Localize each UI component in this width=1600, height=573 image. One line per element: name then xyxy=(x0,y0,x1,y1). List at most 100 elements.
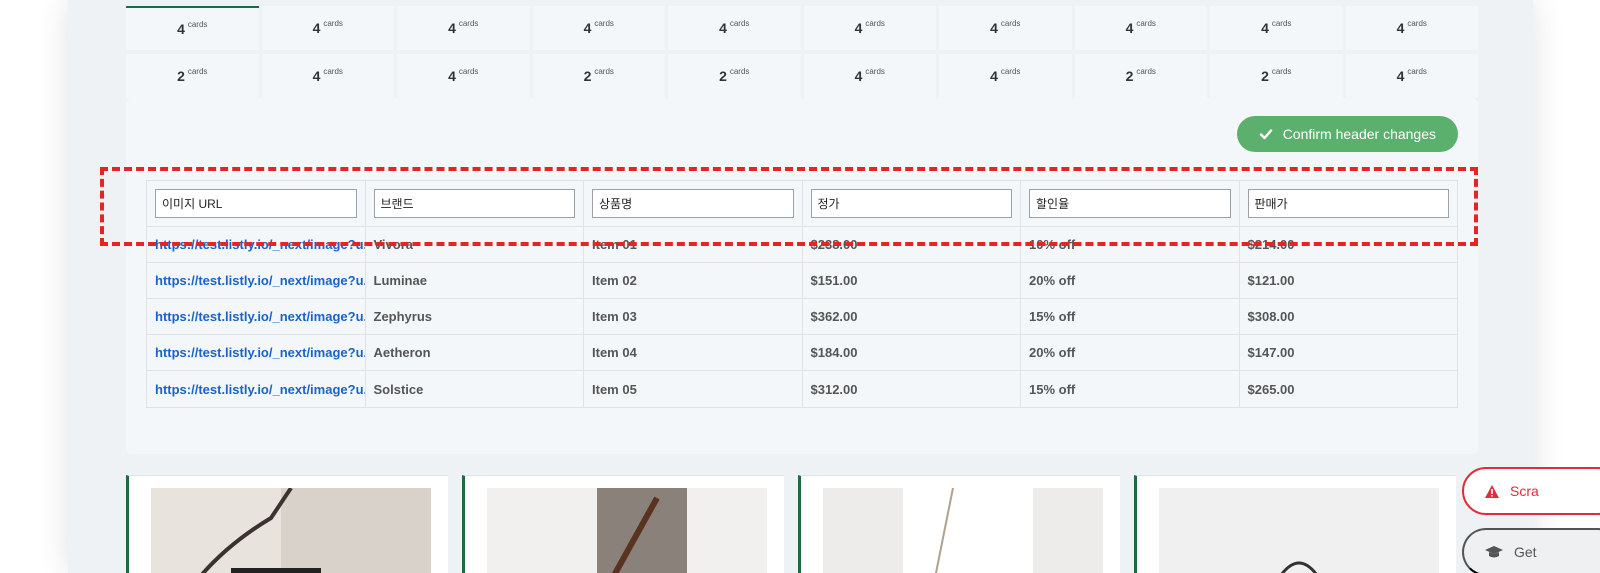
product-card[interactable] xyxy=(798,475,1120,573)
header-cell xyxy=(803,181,1021,226)
card-count-unit: cards xyxy=(1407,66,1427,76)
header-cell xyxy=(1240,181,1458,226)
card-count-value: 4 xyxy=(854,68,863,84)
card-count-unit: cards xyxy=(594,18,614,28)
scrape-button-label: Scra xyxy=(1510,483,1539,499)
card-count-unit: cards xyxy=(187,19,208,29)
card-count-cell[interactable]: 2 cards xyxy=(1210,54,1343,98)
table-cell: 15% off xyxy=(1021,299,1240,334)
table-cell: $214.00 xyxy=(1247,237,1295,252)
card-count-unit: cards xyxy=(1000,18,1021,28)
header-cell xyxy=(147,181,366,226)
card-count-value: 4 xyxy=(990,20,998,36)
card-count-value: 2 xyxy=(1261,68,1269,84)
header-name-input[interactable] xyxy=(592,189,794,218)
card-count-value: 2 xyxy=(583,68,592,84)
card-count-cell[interactable]: 4 cards xyxy=(1074,6,1207,50)
card-count-unit: cards xyxy=(1407,18,1427,28)
card-count-cell[interactable]: 4 cards xyxy=(397,6,530,50)
table-cell: Vivora xyxy=(366,227,584,262)
card-count-value: 4 xyxy=(177,21,185,37)
table-cell: $265.00 xyxy=(1247,381,1295,397)
card-count-cell[interactable]: 4 cards xyxy=(939,6,1072,50)
card-count-value: 4 xyxy=(854,20,863,36)
card-count-cell[interactable]: 4 cards xyxy=(1210,6,1343,50)
card-count-value: 4 xyxy=(1396,20,1405,36)
product-card[interactable] xyxy=(1134,475,1456,573)
table-cell: 10% off xyxy=(1021,227,1240,262)
header-name-input[interactable] xyxy=(373,189,575,218)
card-count-cell[interactable]: 4 cards xyxy=(803,6,936,50)
card-count-cell[interactable]: 2 cards xyxy=(1074,54,1207,98)
header-name-input[interactable] xyxy=(810,189,1012,218)
card-count-cell[interactable]: 4 cards xyxy=(261,6,394,50)
card-count-unit: cards xyxy=(729,66,750,76)
card-count-cell[interactable]: 4 cards xyxy=(1345,6,1478,50)
card-count-value: 2 xyxy=(1125,68,1134,84)
card-count-cell[interactable]: 4 cards xyxy=(803,54,936,98)
card-count-unit: cards xyxy=(458,66,479,76)
card-count-value: 4 xyxy=(1261,20,1269,36)
image-url-link[interactable]: https://test.listly.io/_next/image?u... xyxy=(147,371,366,407)
warning-icon xyxy=(1485,484,1499,498)
table-cell: Luminae xyxy=(366,263,584,298)
image-url-link[interactable]: https://test.listly.io/_next/image?u... xyxy=(147,263,366,298)
table-cell: Item 01 xyxy=(584,227,803,262)
card-count-cell[interactable]: 2 cards xyxy=(668,54,801,98)
table-cell: $312.00 xyxy=(803,371,1021,407)
image-url-link[interactable]: https://test.listly.io/_next/image?u... xyxy=(147,335,366,370)
confirm-header-changes-button[interactable]: Confirm header changes xyxy=(1236,116,1458,152)
table-cell: Item 02 xyxy=(584,263,803,298)
table-cell: 15% off xyxy=(1021,371,1240,407)
table-preview-panel: Confirm header changes https://test.list… xyxy=(126,98,1478,454)
card-count-value: 4 xyxy=(1125,20,1134,36)
table-row: https://test.listly.io/_next/image?u... A… xyxy=(147,335,1457,371)
header-name-input[interactable] xyxy=(1247,189,1449,218)
table-cell: 20% off xyxy=(1021,263,1240,298)
data-table: https://test.listly.io/_next/image?u...V… xyxy=(146,180,1458,408)
check-icon xyxy=(1259,129,1272,140)
card-count-cell[interactable]: 4 cards xyxy=(939,54,1072,98)
card-count-unit: cards xyxy=(323,66,343,76)
product-image xyxy=(487,488,767,573)
table-cell: 20% off xyxy=(1021,335,1240,370)
table-cell: Item 05 xyxy=(584,371,803,407)
image-url-link[interactable]: https://test.listly.io/_next/image?u... xyxy=(147,299,366,334)
table-body: https://test.listly.io/_next/image?u... V… xyxy=(147,227,1457,407)
table-cell: $151.00 xyxy=(803,263,1021,298)
card-count-value: 4 xyxy=(312,68,321,84)
page-container: 4 cards 4 cards 4 cards 4 cards 4 cards 4 cards 4 car… xyxy=(68,0,1533,573)
card-count-cell[interactable]: 2 cards xyxy=(532,54,665,98)
card-count-cell[interactable]: 4 cards xyxy=(532,6,665,50)
table-cell: Item 04 xyxy=(584,335,803,370)
table-cell: $147.00 xyxy=(1247,345,1295,360)
card-count-unit: cards xyxy=(1271,66,1292,76)
table-cell: $308.00 xyxy=(1247,309,1295,324)
scrape-button[interactable]: Scra xyxy=(1462,467,1600,515)
table-row: https://test.listly.io/_next/image?u... Z… xyxy=(147,299,1457,335)
image-url-link[interactable]: https://test.listly.io/_next/image?u... xyxy=(147,227,366,262)
card-count-cell[interactable]: 4 cards xyxy=(126,6,259,50)
card-count-value: 4 xyxy=(448,20,456,36)
header-name-input[interactable] xyxy=(1029,189,1231,218)
card-count-unit: cards xyxy=(1000,66,1021,76)
card-count-cell[interactable]: 4 cards xyxy=(261,54,394,98)
table-row: https://test.listly.io/_next/image?u... V… xyxy=(147,227,1457,263)
card-count-unit: cards xyxy=(1136,66,1156,76)
card-count-cell[interactable]: 2 cards xyxy=(126,54,259,98)
card-count-cell[interactable]: 4 cards xyxy=(668,6,801,50)
table-cell: $362.00 xyxy=(803,299,1021,334)
card-count-value: 4 xyxy=(990,68,998,84)
get-started-button[interactable]: Get xyxy=(1462,528,1600,573)
card-count-unit: cards xyxy=(865,18,885,28)
header-name-input[interactable] xyxy=(155,189,357,218)
confirm-header-changes-label: Confirm header changes xyxy=(1282,126,1436,142)
card-count-cell[interactable]: 4 cards xyxy=(397,54,530,98)
card-count-cell[interactable]: 4 cards xyxy=(1345,54,1478,98)
get-started-label: Get xyxy=(1514,544,1537,560)
product-card[interactable] xyxy=(462,475,784,573)
card-count-value: 4 xyxy=(583,20,592,36)
product-image xyxy=(151,488,431,573)
product-card[interactable] xyxy=(126,475,448,573)
header-cell xyxy=(584,181,803,226)
